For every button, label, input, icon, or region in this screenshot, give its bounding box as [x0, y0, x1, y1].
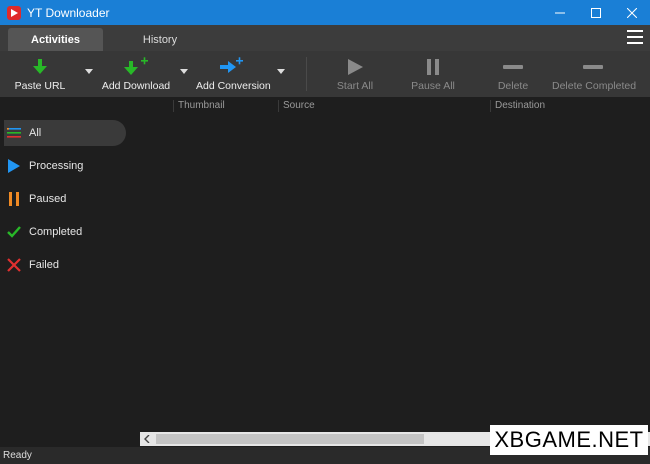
delete-button[interactable]: Delete	[480, 51, 546, 97]
play-icon	[8, 159, 20, 173]
column-divider	[278, 100, 279, 112]
minus-icon	[583, 65, 603, 69]
window-title: YT Downloader	[27, 5, 110, 20]
toolbar-divider	[306, 57, 307, 91]
add-conversion-button[interactable]: Add Conversion	[196, 51, 271, 97]
list-icon	[7, 128, 21, 138]
add-conversion-dropdown-icon[interactable]	[277, 69, 285, 74]
toolbar: Paste URL Add Download Add Conversion St…	[0, 51, 650, 97]
minimize-button[interactable]	[542, 0, 578, 25]
maximize-button[interactable]	[578, 0, 614, 25]
sidebar-item-paused[interactable]: Paused	[4, 186, 126, 212]
tab-bar: Activities History	[0, 25, 650, 51]
add-download-button[interactable]: Add Download	[100, 51, 172, 97]
chevron-left-icon	[144, 435, 150, 443]
column-headers: Thumbnail Source Destination	[132, 97, 650, 115]
column-header-destination[interactable]: Destination	[495, 100, 545, 111]
column-header-source[interactable]: Source	[283, 100, 315, 111]
pause-icon	[9, 192, 19, 206]
paste-url-dropdown-icon[interactable]	[85, 69, 93, 74]
column-header-thumbnail[interactable]: Thumbnail	[178, 100, 225, 111]
app-logo-icon	[7, 5, 21, 20]
sidebar-item-processing[interactable]: Processing	[4, 153, 126, 179]
add-download-icon	[124, 57, 148, 75]
column-divider	[173, 100, 174, 112]
delete-completed-button[interactable]: Delete Completed	[552, 51, 636, 97]
scroll-left-button[interactable]	[140, 432, 154, 446]
close-icon	[627, 7, 637, 18]
minimize-icon	[555, 12, 565, 13]
download-arrow-icon	[33, 59, 47, 74]
sidebar-item-all[interactable]: All	[4, 120, 126, 146]
watermark: XBGAME.NET	[490, 425, 648, 455]
menu-icon[interactable]	[627, 30, 643, 46]
minus-icon	[503, 65, 523, 69]
x-icon	[7, 258, 21, 272]
tab-activities[interactable]: Activities	[8, 28, 103, 51]
pause-all-button[interactable]: Pause All	[400, 51, 466, 97]
add-download-dropdown-icon[interactable]	[180, 69, 188, 74]
sidebar-item-failed[interactable]: Failed	[4, 252, 126, 278]
scrollbar-thumb[interactable]	[156, 434, 424, 444]
close-button[interactable]	[614, 0, 650, 25]
paste-url-button[interactable]: Paste URL	[8, 51, 72, 97]
tab-history[interactable]: History	[115, 28, 205, 51]
title-bar: YT Downloader	[0, 0, 650, 25]
add-conversion-icon	[220, 57, 243, 73]
sidebar-item-completed[interactable]: Completed	[4, 219, 126, 245]
main-area: All Processing Paused Completed Failed T…	[0, 97, 650, 447]
start-all-button[interactable]: Start All	[322, 51, 388, 97]
window-controls	[542, 0, 650, 25]
maximize-icon	[591, 7, 601, 18]
play-icon	[348, 59, 363, 75]
pause-icon	[427, 59, 439, 75]
check-icon	[7, 226, 21, 238]
sidebar: All Processing Paused Completed Failed	[0, 97, 132, 447]
column-divider	[490, 100, 491, 112]
